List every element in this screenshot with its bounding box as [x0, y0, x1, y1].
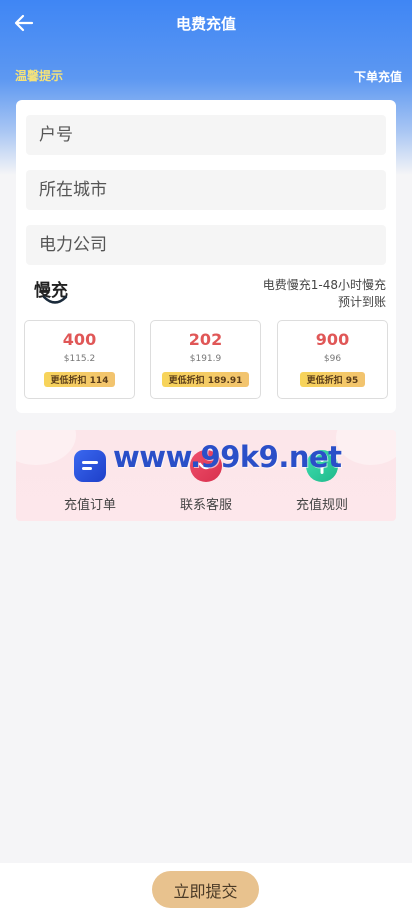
- bottom-action-bar: 立即提交: [0, 863, 412, 915]
- navbar: 电费充值: [0, 0, 412, 46]
- amount-price: $191.9: [189, 354, 222, 364]
- smile-icon: [42, 295, 68, 304]
- amount-value: 202: [188, 330, 223, 349]
- submit-button[interactable]: 立即提交: [152, 871, 259, 908]
- service-label: 充值订单: [63, 498, 116, 513]
- slow-charge-desc-line1: 电费慢充1-48小时慢充: [262, 278, 386, 292]
- notice-marquee-text: 下单充值: [354, 70, 403, 84]
- recharge-form-card: 慢充 电费慢充1-48小时慢充 预计到账 400 $115.2 更低折扣 114…: [16, 100, 396, 413]
- amount-value: 900: [315, 330, 350, 349]
- amount-option[interactable]: 900 $96 更低折扣 95: [277, 320, 388, 399]
- amount-value: 400: [62, 330, 97, 349]
- amount-price: $115.2: [63, 354, 96, 364]
- amount-option[interactable]: 400 $115.2 更低折扣 114: [24, 320, 135, 399]
- amount-option[interactable]: 202 $191.9 更低折扣 189.91: [150, 320, 261, 399]
- amount-options: 400 $115.2 更低折扣 114 202 $191.9 更低折扣 189.…: [24, 320, 388, 399]
- watermark-text: www.99k9.net: [113, 440, 342, 474]
- account-number-input[interactable]: [26, 115, 386, 155]
- notice-tip-label[interactable]: 温馨提示: [15, 67, 63, 84]
- slow-charge-description: 电费慢充1-48小时慢充 预计到账: [186, 277, 386, 311]
- discount-badge: 更低折扣 95: [299, 372, 366, 387]
- page-title: 电费充值: [175, 15, 236, 33]
- order-icon: [74, 450, 106, 482]
- discount-badge: 更低折扣 189.91: [161, 372, 250, 387]
- service-label: 充值规则: [295, 498, 348, 513]
- city-input[interactable]: [26, 170, 386, 210]
- service-label: 联系客服: [179, 498, 232, 513]
- notice-bar: 温馨提示 下单充值: [0, 64, 412, 86]
- power-company-input[interactable]: [26, 225, 386, 265]
- slow-charge-desc-line2: 预计到账: [337, 295, 386, 309]
- slow-charge-logo: 慢充: [34, 276, 78, 310]
- discount-badge: 更低折扣 114: [43, 372, 116, 387]
- amount-price: $96: [323, 354, 342, 364]
